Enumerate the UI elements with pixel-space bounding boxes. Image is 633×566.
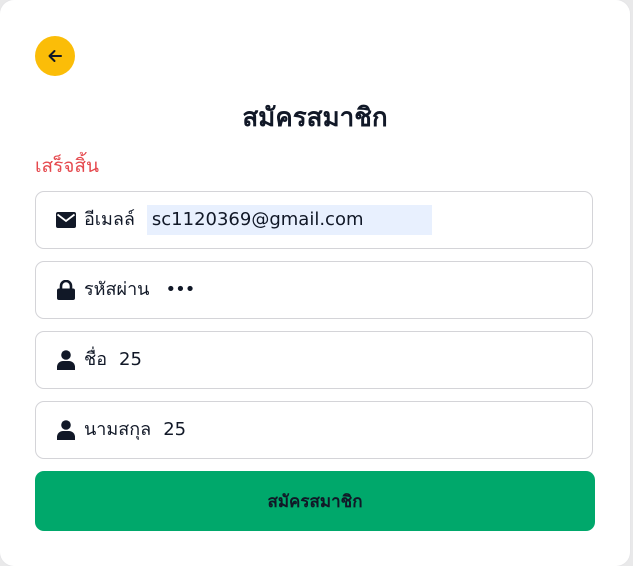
- last-name-input[interactable]: 25: [163, 418, 186, 442]
- envelope-icon: [56, 210, 76, 230]
- first-name-label: ชื่อ: [84, 349, 108, 370]
- signup-submit-button[interactable]: สมัครสมาชิก: [35, 471, 595, 531]
- user-icon: [56, 350, 76, 370]
- status-message: เสร็จสิ้น: [35, 155, 100, 177]
- password-input[interactable]: •••: [165, 278, 195, 302]
- first-name-input[interactable]: 25: [119, 348, 142, 372]
- email-field[interactable]: อีเมลล์ sc1120369@gmail.com: [35, 191, 593, 249]
- back-button[interactable]: [35, 36, 75, 76]
- email-input[interactable]: sc1120369@gmail.com: [146, 205, 432, 235]
- lock-icon: [56, 280, 76, 300]
- first-name-field[interactable]: ชื่อ 25: [35, 331, 593, 389]
- user-icon: [56, 420, 76, 440]
- last-name-label: นามสกุล: [84, 419, 152, 440]
- email-label: อีเมลล์: [84, 209, 135, 230]
- page-title: สมัครสมาชิก: [242, 103, 388, 133]
- signup-card: สมัครสมาชิก เสร็จสิ้น อีเมลล์ sc1120369@…: [0, 0, 630, 566]
- last-name-field[interactable]: นามสกุล 25: [35, 401, 593, 459]
- password-field[interactable]: รหัสผ่าน •••: [35, 261, 593, 319]
- password-label: รหัสผ่าน: [84, 279, 150, 300]
- arrow-left-icon: [48, 50, 62, 62]
